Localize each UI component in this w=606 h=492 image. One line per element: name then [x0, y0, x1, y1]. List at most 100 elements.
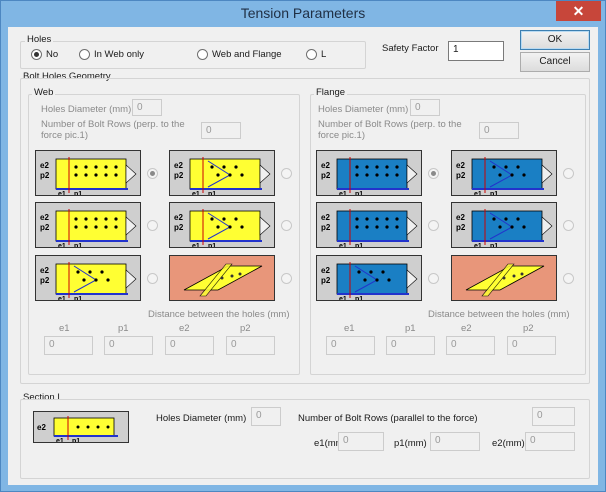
flange-pattern-2-diagram-icon: e2p2 e1 p1 [456, 157, 553, 196]
web-pattern-3-diagram-icon: e2p2 e1 p1 [40, 209, 137, 248]
section-l-p1-input[interactable]: 0 [430, 432, 480, 451]
flange-p2-input[interactable]: 0 [507, 336, 556, 355]
dialog-client: Holes No In Web only Web and Flange L Sa… [8, 27, 598, 485]
section-l-holes-diameter-input[interactable]: 0 [251, 407, 281, 426]
section-l-e2-label: e2(mm) [492, 438, 525, 449]
flange-pattern-5-diagram-icon: e2p2 e1 p1 [321, 262, 418, 300]
web-dist-header-e2: e2 [179, 323, 190, 334]
web-pattern-6-diagram-icon [183, 263, 263, 297]
web-pattern-radio-1[interactable] [147, 168, 158, 179]
flange-holes-diameter-input[interactable]: 0 [410, 99, 440, 116]
pic-p1-label: p1 [490, 191, 498, 196]
pic-p2-label: p2 [456, 223, 466, 232]
web-pattern-picture-3[interactable]: e2 p2 e1 p1 [35, 202, 141, 248]
pic-e1-label: e1 [58, 243, 66, 248]
section-l-bolt-rows-input[interactable]: 0 [532, 407, 575, 426]
web-pattern-radio-2[interactable] [281, 168, 292, 179]
section-l-e1-input[interactable]: 0 [338, 432, 384, 451]
web-pattern-radio-6[interactable] [281, 273, 292, 284]
holes-label-web-flange[interactable]: Web and Flange [212, 49, 282, 60]
flange-pattern-picture-4[interactable]: e2 p2 e1 p1 [451, 202, 557, 248]
pic-p2-label: p2 [40, 276, 50, 285]
web-pattern-radio-5[interactable] [147, 273, 158, 284]
section-l-p1-label: p1(mm) [394, 438, 427, 449]
pic-p2-label: p2 [40, 171, 50, 180]
pic-p2-label: p2 [40, 223, 50, 232]
flange-pattern-radio-4[interactable] [563, 220, 574, 231]
title-bar[interactable]: Tension Parameters ✕ [1, 1, 605, 26]
flange-pattern-radio-3[interactable] [428, 220, 439, 231]
pic-p1-label: p1 [208, 243, 216, 248]
web-pattern-picture-5[interactable]: e2 p2 e1 p1 [35, 255, 141, 301]
flange-p1-input[interactable]: 0 [386, 336, 435, 355]
web-e1-input[interactable]: 0 [44, 336, 93, 355]
flange-distance-label: Distance between the holes (mm) [428, 309, 570, 320]
pic-e1-label: e1 [339, 243, 347, 248]
cancel-button[interactable]: Cancel [520, 52, 590, 72]
section-l-e2-input[interactable]: 0 [525, 432, 575, 451]
pic-e2-label: e2 [456, 213, 465, 222]
flange-pattern-radio-2[interactable] [563, 168, 574, 179]
web-group-label: Web [32, 87, 56, 98]
pic-e2-label: e2 [321, 266, 330, 275]
section-l-p1-label: p1 [72, 438, 80, 443]
holes-label-web-only[interactable]: In Web only [94, 49, 144, 60]
flange-pattern-picture-6[interactable] [451, 255, 557, 301]
section-l-e1-label: e1 [56, 438, 64, 443]
flange-e2-input[interactable]: 0 [446, 336, 495, 355]
pic-e2-label: e2 [40, 213, 49, 222]
pic-e1-label: e1 [339, 191, 347, 196]
section-l-holes-diameter-label: Holes Diameter (mm) [156, 413, 247, 424]
web-holes-diameter-input[interactable]: 0 [132, 99, 162, 116]
pic-e2-label: e2 [321, 213, 330, 222]
pic-e1-label: e1 [474, 191, 482, 196]
flange-pattern-6-diagram-icon [465, 263, 545, 297]
close-button[interactable]: ✕ [556, 1, 601, 21]
web-pattern-picture-1[interactable]: e2 p2 e1 p1 [35, 150, 141, 196]
flange-pattern-3-diagram-icon: e2p2 e1 p1 [321, 209, 418, 248]
flange-pattern-picture-2[interactable]: e2 p2 e1 p1 [451, 150, 557, 196]
flange-pattern-radio-5[interactable] [428, 273, 439, 284]
pic-e1-label: e1 [58, 296, 66, 301]
holes-radio-web-only[interactable] [79, 49, 90, 60]
web-pattern-2-diagram-icon: e2p2 e1 p1 [174, 157, 271, 195]
flange-dist-header-p1: p1 [405, 323, 416, 334]
flange-dist-header-e2: e2 [461, 323, 472, 334]
pic-e2-label: e2 [174, 213, 183, 222]
safety-factor-input[interactable]: 1 [448, 41, 504, 61]
pic-e1-label: e1 [58, 191, 66, 196]
flange-pattern-4-diagram-icon: e2p2 e1 p1 [456, 209, 553, 247]
web-bolt-rows-input[interactable]: 0 [201, 122, 241, 139]
holes-label-no[interactable]: No [46, 49, 58, 60]
flange-pattern-radio-6[interactable] [563, 273, 574, 284]
web-pattern-picture-6[interactable] [169, 255, 275, 301]
flange-bolt-rows-input[interactable]: 0 [479, 122, 519, 139]
web-p2-input[interactable]: 0 [226, 336, 275, 355]
flange-pattern-picture-3[interactable]: e2 p2 e1 p1 [316, 202, 422, 248]
flange-e1-input[interactable]: 0 [326, 336, 375, 355]
flange-holes-diameter-label: Holes Diameter (mm) [318, 104, 409, 115]
web-pattern-picture-2[interactable]: e2 p2 e1 p1 [169, 150, 275, 196]
holes-radio-l[interactable] [306, 49, 317, 60]
web-holes-diameter-label: Holes Diameter (mm) [41, 104, 132, 115]
pic-p1-label: p1 [355, 191, 363, 196]
web-pattern-radio-4[interactable] [281, 220, 292, 231]
web-bolt-rows-label-2: force pic.1) [41, 130, 88, 141]
pic-e2-label: e2 [456, 161, 465, 170]
web-pattern-picture-4[interactable]: e2 p2 e1 p1 [169, 202, 275, 248]
web-pattern-radio-3[interactable] [147, 220, 158, 231]
section-l-picture: e2 e1 p1 [33, 411, 129, 443]
flange-pattern-picture-5[interactable]: e2 p2 e1 p1 [316, 255, 422, 301]
holes-radio-no[interactable] [31, 49, 42, 60]
flange-pattern-picture-1[interactable]: e2 p2 e1 p1 [316, 150, 422, 196]
web-e2-input[interactable]: 0 [165, 336, 214, 355]
web-pattern-5-diagram-icon: e2p2 e1 p1 [40, 262, 137, 301]
holes-radio-web-flange[interactable] [197, 49, 208, 60]
flange-pattern-radio-1[interactable] [428, 168, 439, 179]
web-p1-input[interactable]: 0 [104, 336, 153, 355]
holes-group-label: Holes [25, 34, 54, 45]
ok-button[interactable]: OK [520, 30, 590, 50]
flange-pattern-1-diagram-icon: e2p2 e1 p1 [321, 157, 418, 196]
section-l-diagram-icon: e2 e1 p1 [34, 412, 128, 443]
holes-label-l[interactable]: L [321, 49, 326, 60]
